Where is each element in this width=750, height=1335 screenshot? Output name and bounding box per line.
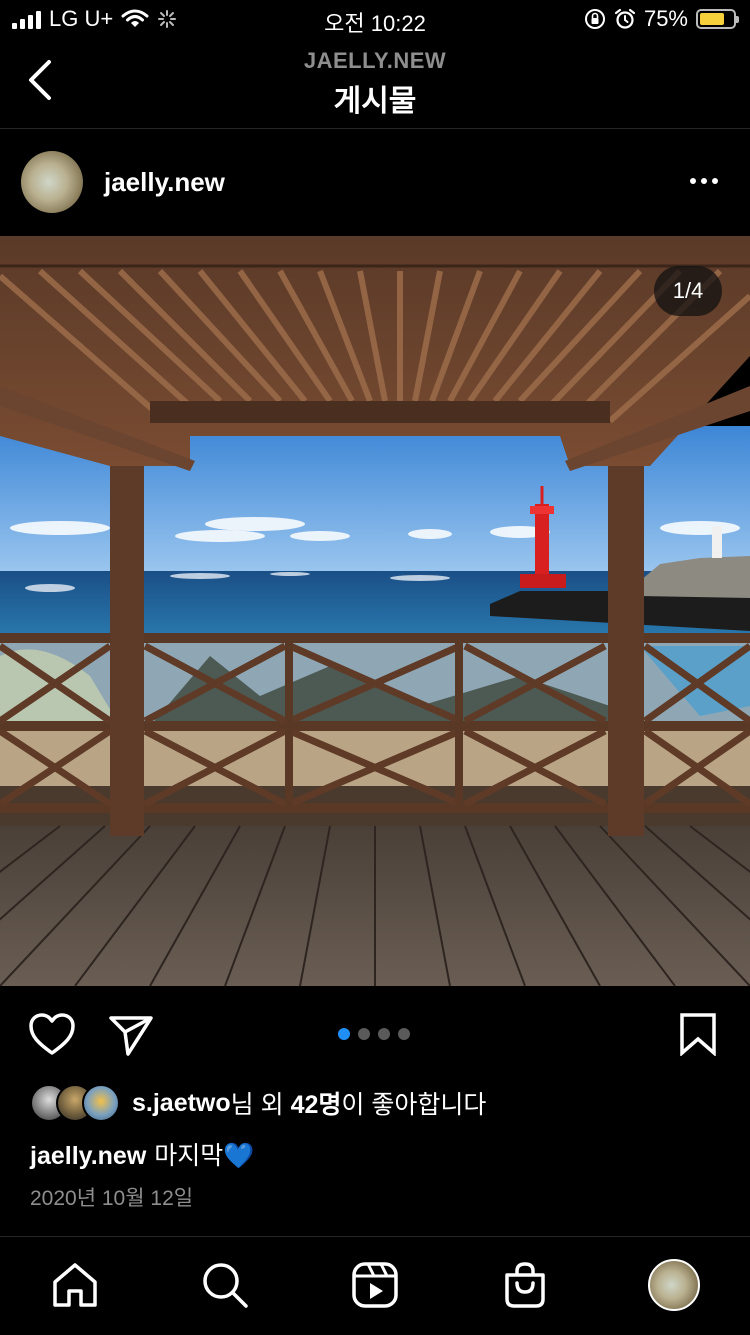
post-photo[interactable] (0, 236, 750, 986)
reels-icon (352, 1262, 398, 1308)
likes-middle-text: 님 외 (230, 1091, 291, 1119)
tab-shop[interactable] (499, 1259, 551, 1311)
post-caption: jaelly.new 마지막💙 (30, 1136, 254, 1172)
liker-avatars (30, 1084, 120, 1122)
carousel-dot (378, 1028, 390, 1040)
gazebo-sea-photo (0, 236, 750, 986)
liker-username[interactable]: s.jaetwo (132, 1089, 231, 1118)
battery-percent: 75% (643, 6, 688, 31)
heart-icon (29, 1013, 75, 1055)
post-date: 2020년 10월 12일 (30, 1187, 194, 1210)
likes-suffix-text: 이 좋아합니다 (341, 1091, 487, 1119)
carousel-dot-active (338, 1028, 350, 1040)
post-action-bar (0, 986, 750, 1082)
send-icon (109, 1016, 153, 1056)
likes-summary[interactable]: s.jaetwo 님 외 42명 이 좋아합니다 (30, 1084, 486, 1122)
status-bar: LG U+ 오전 10:22 75% (0, 0, 750, 40)
share-button[interactable] (108, 1014, 154, 1061)
tab-search[interactable] (199, 1259, 251, 1311)
shop-bag-icon (505, 1262, 545, 1308)
status-right: 75% (584, 6, 739, 32)
orientation-lock-icon (584, 9, 605, 29)
likes-count[interactable]: 42명 (291, 1085, 342, 1121)
carousel-indicator (338, 1028, 410, 1040)
page-title: 게시물 (333, 85, 417, 118)
search-icon (203, 1263, 248, 1308)
author-username[interactable]: jaelly.new (104, 167, 225, 198)
more-options-button[interactable] (690, 171, 724, 191)
home-icon (53, 1263, 97, 1307)
header-username: JAELLY.NEW (303, 48, 447, 73)
more-horizontal-icon (690, 178, 696, 184)
like-button[interactable] (28, 1012, 76, 1061)
tab-reels[interactable] (349, 1259, 401, 1311)
post-header-bar: JAELLY.NEW 게시물 (0, 40, 750, 129)
caption-username[interactable]: jaelly.new (30, 1142, 146, 1170)
tab-profile[interactable] (648, 1259, 700, 1311)
image-counter: 1/4 (654, 266, 722, 316)
tab-home[interactable] (49, 1259, 101, 1311)
caption-text: 마지막💙 (154, 1142, 255, 1170)
post-author-row: jaelly.new (0, 129, 750, 235)
bottom-tab-bar (0, 1236, 750, 1335)
author-avatar[interactable] (21, 151, 83, 213)
avatar (648, 1259, 700, 1311)
alarm-icon (614, 8, 636, 29)
carousel-dot (358, 1028, 370, 1040)
battery-icon (696, 9, 739, 29)
carousel-dot (398, 1028, 410, 1040)
bookmark-icon (680, 1013, 716, 1057)
save-button[interactable] (678, 1012, 718, 1061)
avatar (82, 1084, 120, 1122)
